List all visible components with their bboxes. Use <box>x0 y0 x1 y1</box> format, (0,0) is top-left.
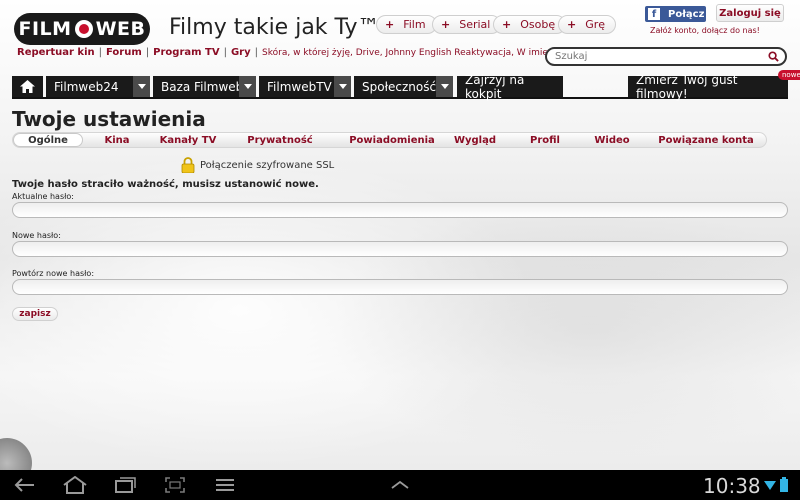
add-button-label: Film <box>403 18 426 31</box>
new-password-label: Nowe hasło: <box>12 231 61 240</box>
password-expired-warning: Twoje hasło straciło ważność, musisz ust… <box>12 179 319 190</box>
home-button[interactable] <box>12 76 43 97</box>
ssl-text: Połączenie szyfrowane SSL <box>200 159 335 171</box>
ssl-notice: Połączenie szyfrowane SSL <box>181 157 334 173</box>
search-input[interactable] <box>555 51 765 62</box>
plus-icon: + <box>502 18 512 31</box>
add-serial-button[interactable]: + Serial <box>432 15 502 34</box>
chevron-down-icon[interactable] <box>334 76 351 97</box>
recent-apps-icon[interactable] <box>114 476 136 494</box>
main-navigation: Filmweb24 Baza Filmwebu FilmwebTV Społec… <box>12 70 800 101</box>
new-password-input[interactable] <box>13 247 787 262</box>
add-person-button[interactable]: + Osobę <box>493 15 567 34</box>
filmweb-logo[interactable]: FILM WEB <box>14 13 150 45</box>
add-film-button[interactable]: + Film <box>376 15 437 34</box>
current-password-label: Aktualne hasło: <box>12 192 74 201</box>
save-button[interactable]: zapisz <box>12 307 58 321</box>
link-forum[interactable]: Forum <box>106 47 142 58</box>
home-icon <box>20 80 35 93</box>
facebook-label: Połącz <box>668 8 705 20</box>
nav-label: Filmweb24 <box>54 79 119 94</box>
repeat-password-input[interactable] <box>13 285 787 300</box>
quick-links-bar: Repertuar kin | Forum | Program TV | Gry | Skóra… <box>17 47 596 58</box>
facebook-connect-button[interactable]: f Połącz <box>645 6 706 22</box>
current-password-field <box>12 202 788 223</box>
film-reel-icon <box>74 20 93 38</box>
repeat-password-label: Powtórz nowe hasło: <box>12 269 95 278</box>
tab-wyglad[interactable]: Wygląd <box>449 133 501 147</box>
add-button-label: Serial <box>459 18 491 31</box>
tab-kina[interactable]: Kina <box>93 133 141 147</box>
add-button-label: Osobę <box>520 18 556 31</box>
nav-filmweb24[interactable]: Filmweb24 <box>46 76 150 97</box>
facebook-icon: f <box>648 8 660 20</box>
logo-text-left: FILM <box>18 18 72 40</box>
chevron-up-icon[interactable] <box>390 480 410 490</box>
battery-icon <box>780 477 788 492</box>
menu-icon[interactable] <box>215 476 235 494</box>
back-icon[interactable] <box>14 476 36 494</box>
system-bar: 10:38 <box>0 470 800 500</box>
nav-label: FilmwebTV <box>267 79 332 94</box>
settings-tabs: Ogólne Kina Kanały TV Prywatność Powiado… <box>12 132 767 148</box>
page-title: Twoje ustawienia <box>12 107 206 131</box>
screenshot-icon[interactable] <box>164 476 186 494</box>
plus-icon: + <box>385 18 395 31</box>
chevron-down-icon[interactable] <box>436 76 453 97</box>
browser-page: FILM WEB Filmy takie jak Ty™ + Film + Se… <box>0 0 800 470</box>
nav-label: Społeczność <box>362 79 437 94</box>
nav-gust-promo[interactable]: Zmierz Twój gust filmowy! <box>628 73 788 101</box>
tab-powiadomienia[interactable]: Powiadomienia <box>337 133 447 147</box>
nav-filmwebtv[interactable]: FilmwebTV <box>259 76 351 97</box>
home-icon[interactable] <box>62 476 88 494</box>
add-game-button[interactable]: + Grę <box>558 15 617 34</box>
wifi-icon <box>764 481 776 490</box>
current-password-input[interactable] <box>13 208 787 223</box>
login-button[interactable]: Zaloguj się <box>716 4 784 22</box>
tagline: Filmy takie jak Ty™ <box>169 15 380 40</box>
tab-ogolne[interactable]: Ogólne <box>13 133 83 147</box>
tab-profil[interactable]: Profil <box>523 133 567 147</box>
search-icon[interactable] <box>768 51 779 62</box>
clock[interactable]: 10:38 <box>703 474 761 498</box>
new-password-field <box>12 241 788 262</box>
chevron-down-icon[interactable] <box>239 76 256 97</box>
lock-icon <box>181 157 195 173</box>
nav-kokpit[interactable]: Zajrzyj na kokpit <box>457 73 563 101</box>
nav-label: Baza Filmwebu <box>161 79 251 94</box>
plus-icon: + <box>441 18 451 31</box>
tab-kanaly-tv[interactable]: Kanały TV <box>155 133 221 147</box>
logo-text-right: WEB <box>95 18 146 40</box>
link-repertuar[interactable]: Repertuar kin <box>17 47 95 58</box>
search-box <box>545 47 787 66</box>
add-button-label: Grę <box>585 18 606 31</box>
register-link[interactable]: Załóż konto, dołącz do nas! <box>650 26 760 35</box>
link-program-tv[interactable]: Program TV <box>153 47 219 58</box>
tab-wideo[interactable]: Wideo <box>589 133 635 147</box>
plus-icon: + <box>567 18 577 31</box>
repeat-password-field <box>12 279 788 300</box>
tab-prywatnosc[interactable]: Prywatność <box>241 133 319 147</box>
new-badge: nowe <box>778 70 800 80</box>
link-gry[interactable]: Gry <box>231 47 251 58</box>
nav-baza-filmwebu[interactable]: Baza Filmwebu <box>153 76 256 97</box>
nav-spolecznosc[interactable]: Społeczność <box>354 76 453 97</box>
tab-powiazane-konta[interactable]: Powiązane konta <box>657 133 755 147</box>
chevron-down-icon[interactable] <box>133 76 150 97</box>
